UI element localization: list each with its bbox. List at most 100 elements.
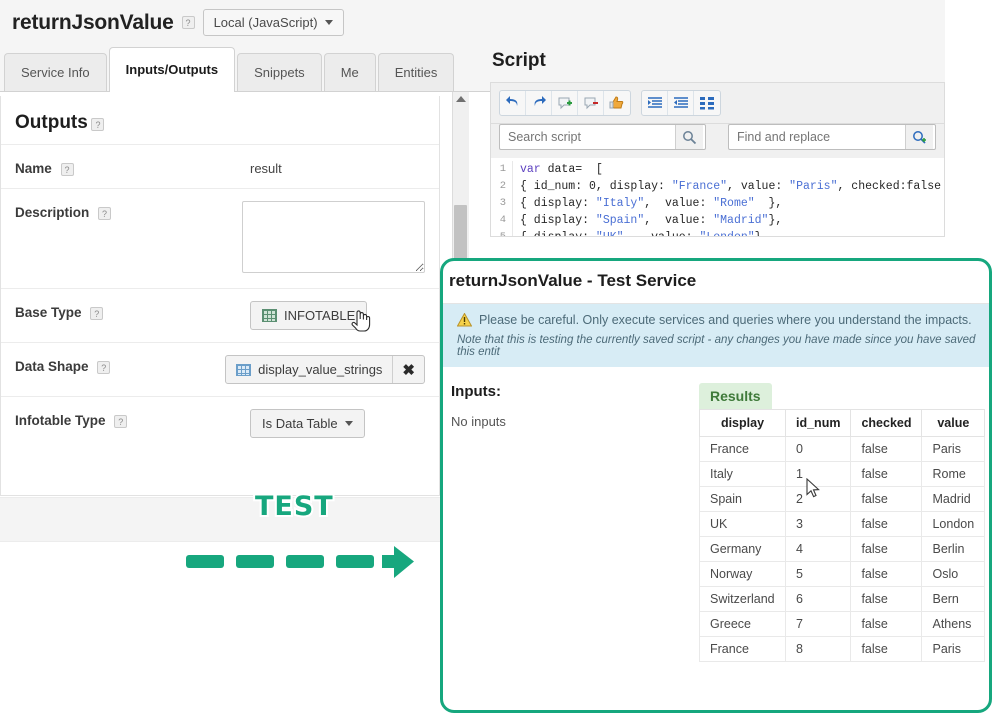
inputs-empty-text: No inputs	[451, 414, 506, 429]
label-data-shape: Data Shape ?	[15, 355, 225, 374]
inputs-section: Inputs: No inputs	[447, 383, 699, 662]
table-row[interactable]: UK 3 false London	[699, 511, 986, 537]
name-help-icon[interactable]: ?	[60, 162, 74, 176]
table-cell: false	[850, 536, 923, 562]
results-tab[interactable]: Results	[699, 383, 772, 409]
table-cell: 4	[784, 536, 852, 562]
table-column-header: id_num	[784, 409, 852, 437]
data-shape-button[interactable]: display_value_strings	[226, 356, 392, 383]
table-row[interactable]: Spain 2 false Madrid	[699, 486, 986, 512]
find-replace-control[interactable]	[728, 124, 936, 150]
undo-icon[interactable]	[500, 91, 526, 115]
form-row-description: Description ?	[1, 188, 439, 288]
datashape-grid-icon	[236, 363, 252, 376]
indent-left-icon[interactable]	[642, 91, 668, 115]
description-textarea[interactable]	[242, 201, 425, 273]
find-replace-icon[interactable]	[905, 125, 933, 149]
code-line-number: 4	[491, 212, 513, 229]
code-token: { display:	[520, 214, 596, 227]
table-row[interactable]: France 0 false Paris	[699, 436, 986, 462]
tab-service-info[interactable]: Service Info	[4, 53, 107, 91]
table-cell: false	[850, 586, 923, 612]
code-line-number: 3	[491, 195, 513, 212]
table-row[interactable]: Switzerland 6 false Bern	[699, 586, 986, 612]
table-column-header: checked	[850, 409, 923, 437]
service-titlebar: returnJsonValue ? Local (JavaScript)	[0, 0, 945, 45]
outputs-scrollbar-thumb[interactable]	[454, 205, 467, 260]
find-replace-input[interactable]	[729, 125, 905, 149]
code-token: "France"	[671, 180, 728, 193]
remove-comment-icon[interactable]	[578, 91, 604, 115]
editor-search-row	[491, 124, 944, 158]
value-name: result	[250, 161, 282, 176]
description-help-icon[interactable]: ?	[98, 206, 112, 220]
table-row[interactable]: Italy 1 false Rome	[699, 461, 986, 487]
code-token: , value:	[644, 214, 714, 227]
thumbs-up-icon[interactable]	[604, 91, 630, 115]
code-token: "Italy"	[595, 197, 645, 210]
results-table: display id_num checked value France 0 false Pa…	[699, 409, 986, 662]
outputs-heading: Outputs	[15, 112, 88, 133]
code-editor-area[interactable]: 1 var data= [2 { id_num: 0, display: "Fran…	[491, 158, 944, 236]
tab-snippets[interactable]: Snippets	[237, 53, 322, 91]
search-script-input[interactable]	[500, 125, 675, 149]
language-dropdown[interactable]: Local (JavaScript)	[202, 9, 344, 36]
outputs-help-icon[interactable]: ?	[91, 118, 105, 132]
form-row-base-type: Base Type ? INFOTABLE	[1, 288, 439, 342]
tab-me[interactable]: Me	[323, 53, 376, 91]
hand-pointer-cursor	[351, 310, 371, 332]
table-cell: 8	[784, 636, 852, 662]
data-shape-control[interactable]: display_value_strings ✖	[225, 355, 425, 384]
script-heading: Script	[492, 50, 546, 71]
code-token: },	[768, 214, 783, 227]
table-row[interactable]: France 8 false Paris	[699, 636, 986, 662]
code-token: , checked:false	[837, 180, 942, 193]
search-script-control[interactable]	[499, 124, 706, 150]
outputs-header: Outputs ?	[1, 96, 439, 144]
table-cell: 5	[784, 561, 852, 587]
redo-icon[interactable]	[526, 91, 552, 115]
test-annotation-arrow-icon	[186, 546, 414, 578]
outputs-card: Outputs ? Name ? result Description ? Ba…	[0, 96, 440, 496]
tab-inputs-outputs[interactable]: Inputs/Outputs	[108, 47, 236, 92]
scroll-up-arrow-icon[interactable]	[456, 96, 466, 102]
tab-entities[interactable]: Entities	[377, 53, 455, 91]
table-column-header: display	[699, 409, 786, 437]
table-cell: 0	[784, 436, 852, 462]
data-shape-help-icon[interactable]: ?	[97, 360, 111, 374]
code-token: "Spain"	[595, 214, 645, 227]
title-help-icon[interactable]: ?	[181, 16, 195, 29]
table-cell: Athens	[921, 611, 986, 637]
add-comment-icon[interactable]	[552, 91, 578, 115]
infotable-grid-icon	[262, 309, 277, 322]
code-token: { display:	[520, 197, 596, 210]
infotable-type-dropdown[interactable]: Is Data Table	[250, 409, 365, 438]
table-cell: 7	[784, 611, 852, 637]
chevron-down-icon	[324, 20, 333, 25]
table-cell: false	[850, 436, 923, 462]
code-token: },	[754, 197, 783, 210]
code-token: "Paris"	[789, 180, 838, 193]
label-data-shape-text: Data Shape	[15, 359, 89, 374]
table-row[interactable]: Greece 7 false Athens	[699, 611, 986, 637]
editor-toolbar-group-edit	[499, 90, 631, 116]
code-line-number: 1	[491, 161, 513, 178]
base-type-help-icon[interactable]: ?	[90, 306, 104, 320]
table-cell: false	[850, 511, 923, 537]
page-title: returnJsonValue	[12, 10, 174, 34]
table-row[interactable]: Germany 4 false Berlin	[699, 536, 986, 562]
table-cell: Greece	[699, 611, 786, 637]
data-shape-clear-icon[interactable]: ✖	[392, 356, 424, 383]
table-header-row: display id_num checked value	[699, 409, 986, 437]
search-icon[interactable]	[675, 125, 703, 149]
table-column-header: value	[921, 409, 986, 437]
infotable-type-help-icon[interactable]: ?	[114, 414, 128, 428]
format-code-icon[interactable]	[694, 91, 720, 115]
table-cell: Berlin	[921, 536, 986, 562]
code-token: { id_num: 0, display:	[520, 180, 672, 193]
indent-right-icon[interactable]	[668, 91, 694, 115]
table-row[interactable]: Norway 5 false Oslo	[699, 561, 986, 587]
test-service-dialog: returnJsonValue - Test Service Please be…	[440, 258, 992, 713]
table-cell: Madrid	[921, 486, 986, 512]
outputs-panel: Outputs ? Name ? result Description ? Ba…	[0, 92, 455, 713]
